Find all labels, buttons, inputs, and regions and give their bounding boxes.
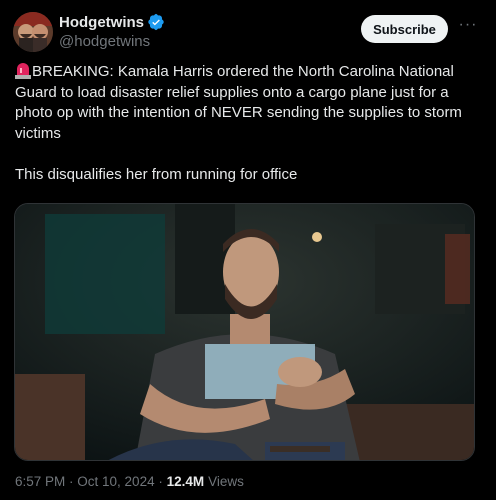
- subscribe-button[interactable]: Subscribe: [361, 15, 448, 43]
- tweet-time[interactable]: 6:57 PM: [15, 474, 65, 489]
- tweet-card: Hodgetwins @hodgetwins Subscribe ··· BRE…: [0, 0, 496, 500]
- views-label: Views: [208, 474, 244, 489]
- author-block: Hodgetwins @hodgetwins: [59, 12, 165, 50]
- tweet-line-1: BREAKING: Kamala Harris ordered the Nort…: [15, 63, 467, 142]
- tweet-media-image[interactable]: [14, 203, 475, 461]
- avatar-image: [13, 12, 53, 52]
- tweet-meta: 6:57 PM · Oct 10, 2024 · 12.4M Views: [15, 474, 244, 489]
- views-count: 12.4M: [166, 474, 205, 489]
- verified-badge-icon: [148, 13, 164, 31]
- siren-icon: [15, 63, 31, 79]
- more-options-icon[interactable]: ···: [456, 16, 480, 40]
- author-display-name[interactable]: Hodgetwins: [59, 14, 144, 31]
- author-handle[interactable]: @hodgetwins: [59, 33, 165, 50]
- tweet-line-2: This disqualifies her from running for o…: [15, 165, 298, 183]
- tweet-date[interactable]: Oct 10, 2024: [77, 474, 154, 489]
- meta-separator-2: ·: [154, 474, 167, 489]
- avatar[interactable]: [13, 12, 53, 52]
- media-photo: [15, 204, 474, 460]
- tweet-text: BREAKING: Kamala Harris ordered the Nort…: [15, 62, 485, 185]
- meta-separator: ·: [65, 474, 78, 489]
